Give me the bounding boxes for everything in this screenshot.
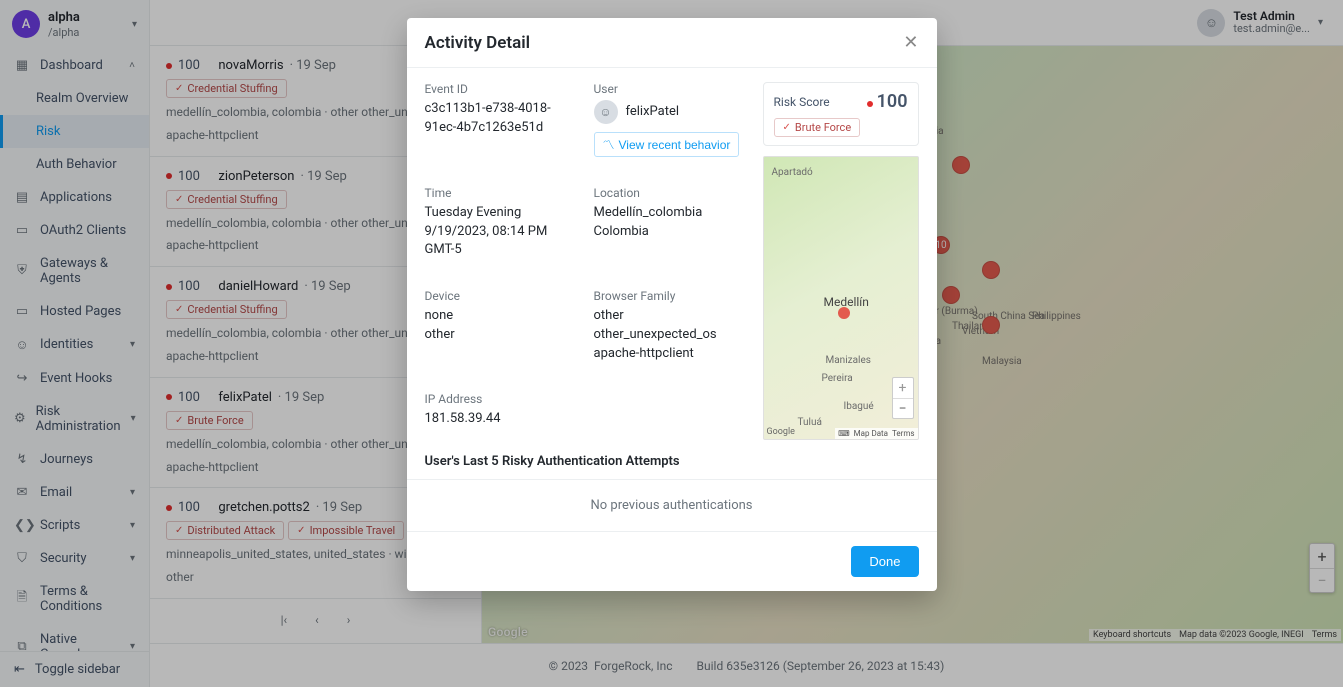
map-city: Manizales — [826, 355, 871, 366]
risk-score-box: Risk Score 100 Brute Force — [763, 82, 919, 146]
activity-detail-modal: Activity Detail ✕ Event ID c3c113b1-e738… — [407, 18, 937, 591]
map-data-link[interactable]: Map Data — [854, 429, 888, 438]
field-value: Tuesday Evening — [425, 204, 580, 223]
zoom-in-button[interactable]: + — [893, 378, 913, 398]
user-avatar-icon: ☺ — [594, 100, 618, 124]
field-value: 181.58.39.44 — [425, 410, 580, 429]
field-user: User ☺ felixPatel 〽 View recent behavior — [594, 82, 749, 168]
field-label: Location — [594, 186, 749, 200]
risk-dot-icon — [867, 101, 873, 107]
field-ip: IP Address 181.58.39.44 — [425, 392, 580, 440]
risk-tag: Brute Force — [774, 118, 861, 137]
map-city: Apartadó — [772, 167, 813, 178]
map-terms-link[interactable]: Terms — [892, 429, 914, 438]
field-label: Device — [425, 289, 580, 303]
field-browser: Browser Family other other_unexpected_os… — [594, 289, 749, 374]
field-value: c3c113b1-e738-4018-91ec-4b7c1263e51d — [425, 100, 580, 138]
zoom-out-button[interactable]: − — [893, 398, 913, 418]
done-button[interactable]: Done — [851, 546, 918, 577]
field-label: Event ID — [425, 82, 580, 96]
detail-zoom: + − — [892, 377, 914, 419]
field-value: Medellín_colombia — [594, 204, 749, 223]
detail-map-attr: ⌨ Map Data Terms — [835, 428, 917, 439]
modal-overlay[interactable]: Activity Detail ✕ Event ID c3c113b1-e738… — [0, 0, 1343, 687]
map-city: Ibagué — [844, 401, 874, 412]
field-device: Device none other — [425, 289, 580, 374]
last5-heading: User's Last 5 Risky Authentication Attem… — [407, 450, 937, 480]
google-logo: Google — [767, 427, 795, 437]
field-value: none — [425, 307, 580, 326]
detail-map[interactable]: Apartadó Medellín Manizales Pereira Ibag… — [763, 156, 919, 440]
risk-score-value: 100 — [877, 91, 908, 112]
field-label: Browser Family — [594, 289, 749, 303]
risk-column: Risk Score 100 Brute Force Apartadó Mede… — [763, 82, 919, 440]
field-label: Time — [425, 186, 580, 200]
risk-label: Risk Score — [774, 95, 830, 109]
field-location: Location Medellín_colombia Colombia — [594, 186, 749, 271]
no-previous-auth: No previous authentications — [407, 480, 937, 532]
field-time: Time Tuesday Evening 9/19/2023, 08:14 PM… — [425, 186, 580, 271]
field-value: felixPatel — [626, 103, 680, 122]
modal-title: Activity Detail — [425, 33, 531, 53]
field-value: apache-httpclient — [594, 345, 749, 364]
chart-icon: 〽 — [603, 136, 615, 153]
field-value: 9/19/2023, 08:14 PM GMT-5 — [425, 223, 580, 261]
close-icon[interactable]: ✕ — [903, 32, 918, 53]
map-city: Pereira — [822, 373, 853, 384]
view-recent-behavior-button[interactable]: 〽 View recent behavior — [594, 132, 740, 157]
button-label: View recent behavior — [619, 138, 731, 152]
field-value: other — [425, 326, 580, 345]
field-event-id: Event ID c3c113b1-e738-4018-91ec-4b7c126… — [425, 82, 580, 168]
field-label: User — [594, 82, 749, 96]
map-pin-icon — [838, 307, 850, 319]
map-city: Tuluá — [798, 417, 822, 428]
field-value: Colombia — [594, 223, 749, 242]
field-label: IP Address — [425, 392, 580, 406]
field-value: other other_unexpected_os — [594, 307, 749, 345]
